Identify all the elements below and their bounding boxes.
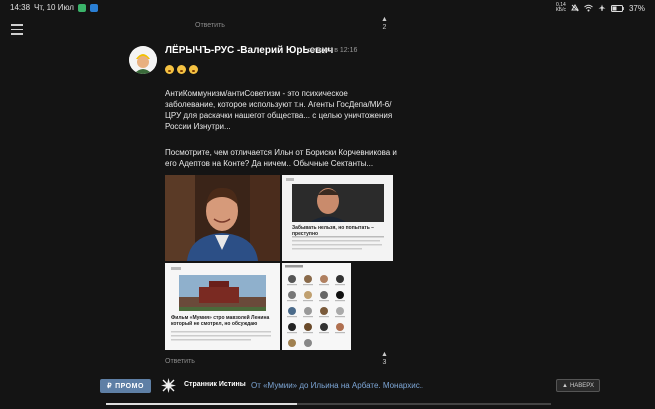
article-title: Фильм «Мумия» стро мавзолей Ленина котор… xyxy=(171,315,270,327)
status-bar: 14:38 Чт, 10 Июл 0,14 КБ/с 37% xyxy=(0,0,655,16)
upvote-arrow-icon[interactable]: ▲ xyxy=(381,351,388,359)
photo-man-smiling[interactable] xyxy=(165,175,280,261)
comment-paragraph: Посмотрите, чем отличается Ильн от Борис… xyxy=(165,148,397,168)
comment-time: сегодня в 12:16 xyxy=(307,47,358,54)
promo-button[interactable]: ₽ ПРОМО xyxy=(100,379,151,393)
article-link[interactable]: От «Мумии» до Ильина на Арбате. Монархис… xyxy=(251,381,423,390)
network-speed: 0,14 КБ/с xyxy=(555,2,566,13)
promo-icon: ₽ xyxy=(107,383,113,390)
score-top[interactable]: ▲ 2 xyxy=(381,16,388,32)
article-screenshot-bottom[interactable]: Фильм «Мумия» стро мавзолей Ленина котор… xyxy=(165,263,280,350)
surprised-emoji-icon xyxy=(165,65,174,74)
surprised-emoji-icon xyxy=(177,65,186,74)
comment-paragraph: АнтиКоммунизм/антиСоветизм - это психиче… xyxy=(165,89,393,131)
upvote-arrow-icon[interactable]: ▲ xyxy=(381,16,388,24)
battery-icon xyxy=(610,4,624,12)
comment-score[interactable]: ▲ 3 xyxy=(381,351,388,367)
read-progress-bar xyxy=(106,403,551,405)
battery-percent: 37% xyxy=(628,3,645,13)
date: Чт, 10 Июл xyxy=(34,3,74,12)
emoji-row xyxy=(165,65,198,74)
image-collage[interactable]: Забывать нельзя, но попытать – преступно… xyxy=(165,175,393,350)
channel-name[interactable]: Странник Истины xyxy=(184,381,246,388)
channel-logo-icon[interactable] xyxy=(161,378,176,393)
article-title: Забывать нельзя, но попытать – преступно xyxy=(292,225,374,237)
surprised-emoji-icon xyxy=(189,65,198,74)
article-screenshot-top[interactable]: Забывать нельзя, но попытать – преступно xyxy=(282,175,393,261)
reply-button-top[interactable]: Ответить xyxy=(195,22,225,29)
wifi-icon xyxy=(584,4,593,12)
reply-button[interactable]: Ответить xyxy=(165,358,195,365)
menu-button[interactable] xyxy=(11,24,23,35)
airplane-icon xyxy=(598,4,606,11)
avatar[interactable] xyxy=(129,46,157,74)
clock: 14:38 xyxy=(10,3,31,12)
arrow-up-icon: ▲ xyxy=(561,382,568,389)
scroll-to-top-button[interactable]: ▲ НАВЕРХ xyxy=(556,379,600,392)
avatar-grid-screenshot[interactable] xyxy=(282,263,351,350)
app-notification-icon xyxy=(77,3,86,12)
mute-icon xyxy=(571,4,579,12)
vk-notification-icon xyxy=(89,3,98,12)
